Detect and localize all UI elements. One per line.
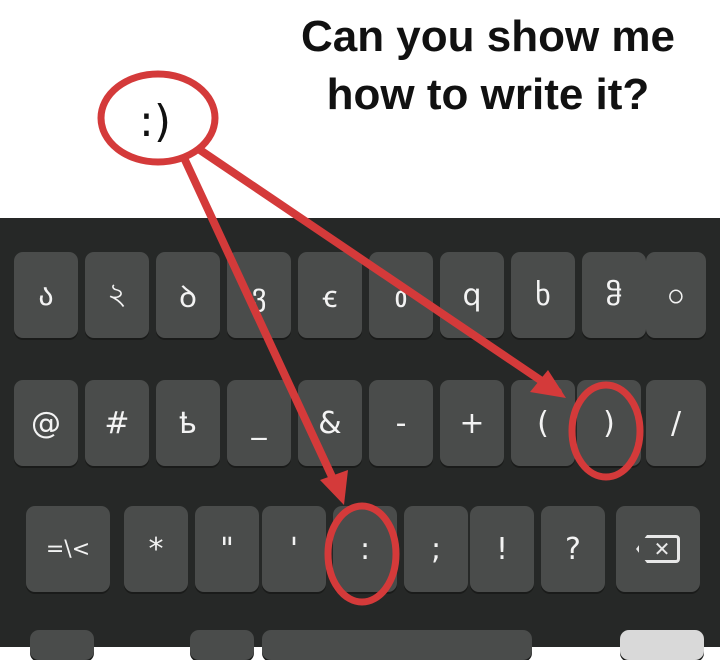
key-minus[interactable]: - (369, 380, 433, 466)
caption-line-1: Can you show me (300, 12, 676, 61)
key-double-quote[interactable]: " (195, 506, 259, 592)
key-slash[interactable]: / (646, 380, 706, 466)
key-row1-5[interactable]: ꞓ (298, 252, 362, 338)
key-enter[interactable] (620, 630, 704, 660)
key-semicolon[interactable]: ; (404, 506, 468, 592)
key-row1-7[interactable]: q (440, 252, 504, 338)
key-row1-6[interactable]: ᲂ (369, 252, 433, 338)
key-exclamation[interactable]: ! (470, 506, 534, 592)
key-open-paren[interactable]: ( (511, 380, 575, 466)
key-currency[interactable]: ҍ (156, 380, 220, 466)
key-hash[interactable]: # (85, 380, 149, 466)
key-asterisk[interactable]: * (124, 506, 188, 592)
key-row1-1[interactable]: ა (14, 252, 78, 338)
key-close-paren[interactable]: ) (577, 380, 641, 466)
emoticon-smiley: :) (139, 95, 171, 147)
key-row1-8[interactable]: ხ (511, 252, 575, 338)
key-at[interactable]: @ (14, 380, 78, 466)
backspace-icon: ✕ (636, 535, 680, 563)
key-symbols-toggle[interactable]: =\< (26, 506, 110, 592)
key-underscore[interactable]: _ (227, 380, 291, 466)
key-row1-9[interactable]: ჵ (582, 252, 646, 338)
caption-line-2: how to write it? (326, 70, 650, 119)
key-plus[interactable]: + (440, 380, 504, 466)
key-backspace[interactable]: ✕ (616, 506, 700, 592)
key-row1-3[interactable]: ꝺ (156, 252, 220, 338)
key-row1-2[interactable]: ২ (85, 252, 149, 338)
key-row1-4[interactable]: ვ (227, 252, 291, 338)
key-row4-2[interactable] (190, 630, 254, 660)
spacebar[interactable] (262, 630, 532, 660)
key-row1-10[interactable]: ဝ (646, 252, 706, 338)
key-row4-1[interactable] (30, 630, 94, 660)
key-single-quote[interactable]: ' (262, 506, 326, 592)
keyboard: ა ২ ꝺ ვ ꞓ ᲂ q ხ ჵ ဝ @ # ҍ _ & - + ( ) / … (0, 218, 720, 660)
key-ampersand[interactable]: & (298, 380, 362, 466)
key-colon[interactable]: : (333, 506, 397, 592)
caption: Can you show me how to write it? (268, 8, 708, 124)
key-question[interactable]: ? (541, 506, 605, 592)
